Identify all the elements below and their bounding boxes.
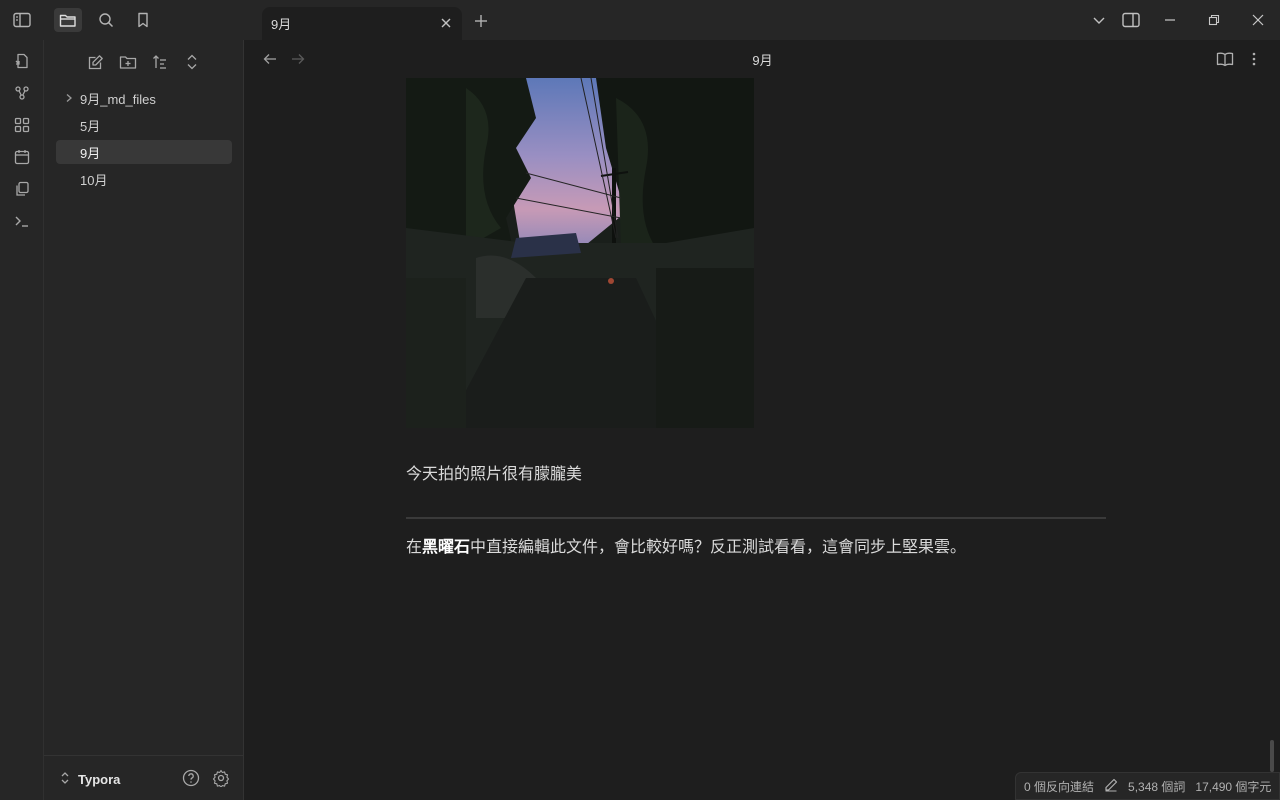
toggle-right-sidebar-icon[interactable] [1119, 8, 1143, 32]
sort-order-icon[interactable] [148, 50, 172, 74]
status-bar: 0 個反向連結 5,348 個詞 17,490 個字元 [1015, 772, 1280, 800]
tree-item-label: 5月 [80, 118, 101, 134]
minimize-icon[interactable] [1158, 8, 1182, 32]
tree-item-label: 9月 [80, 145, 101, 161]
tree-item-label: 9月_md_files [80, 91, 156, 107]
embedded-photo [406, 78, 754, 428]
chevron-down-icon[interactable] [1087, 8, 1111, 32]
canvas-icon[interactable] [10, 113, 34, 137]
editor-view: 9月 今天拍的照片很有朦朧美 在黑曜石中直接編輯此文件，會比較好嗎？反正測試看看… [245, 40, 1280, 800]
vault-name: Typora [78, 771, 121, 787]
more-options-icon[interactable] [1244, 49, 1264, 69]
paragraph: 在黑曜石中直接編輯此文件，會比較好嗎？反正測試看看，這會同步上堅果雲。 [406, 533, 966, 557]
tab-active[interactable]: 9月 [262, 7, 462, 40]
files-folder-icon[interactable] [54, 8, 82, 32]
tree-file-may[interactable]: 5月 [56, 113, 232, 137]
tree-file-september[interactable]: 9月 [56, 140, 232, 164]
reading-view-book-icon[interactable] [1215, 49, 1235, 69]
left-ribbon [0, 40, 44, 800]
settings-gear-icon[interactable] [210, 767, 232, 789]
bold-text: 黑曜石 [422, 539, 471, 556]
view-header-title[interactable]: 9月 [245, 50, 1280, 69]
backlinks-count[interactable]: 0 個反向連結 [1024, 778, 1094, 795]
horizontal-rule [406, 517, 1106, 519]
chevron-right-icon [62, 91, 76, 105]
restore-window-icon[interactable] [1202, 8, 1226, 32]
graph-view-icon[interactable] [10, 81, 34, 105]
command-palette-terminal-icon[interactable] [10, 209, 34, 233]
tab-title: 9月 [271, 17, 292, 32]
tree-item-label: 10月 [80, 172, 108, 188]
photo-caption: 今天拍的照片很有朦朧美 [406, 466, 583, 483]
scrollbar-thumb[interactable] [1270, 740, 1274, 772]
word-count: 5,348 個詞 [1128, 779, 1186, 794]
title-bar: 9月 [0, 0, 1280, 40]
new-tab-plus-icon[interactable] [470, 10, 492, 32]
search-icon[interactable] [92, 8, 120, 32]
open-quick-switcher-icon[interactable] [10, 49, 34, 73]
vault-switch-chevron-icon [60, 771, 70, 788]
para-text-start: 在 [406, 539, 423, 556]
toggle-sidebar-icon[interactable] [8, 8, 36, 32]
close-window-icon[interactable] [1246, 8, 1270, 32]
tree-folder-md-files[interactable]: 9月_md_files [56, 86, 232, 110]
expand-collapse-icon[interactable] [180, 50, 204, 74]
daily-note-calendar-icon[interactable] [10, 145, 34, 169]
file-explorer: 9月_md_files 5月 9月 10月 Typora [44, 40, 244, 800]
new-folder-icon[interactable] [116, 50, 140, 74]
bookmark-icon[interactable] [129, 8, 157, 32]
help-icon[interactable] [180, 767, 202, 789]
tree-file-october[interactable]: 10月 [56, 167, 232, 191]
sidebar-footer: Typora [44, 755, 243, 800]
char-count: 17,490 個字元 [1195, 779, 1272, 794]
edit-mode-pencil-icon[interactable] [1104, 778, 1118, 795]
new-note-icon[interactable] [84, 50, 108, 74]
close-icon[interactable] [438, 15, 454, 31]
vault-switcher[interactable]: Typora [60, 768, 120, 790]
para-text-end: 中直接編輯此文件，會比較好嗎？反正測試看看，這會同步上堅果雲。 [470, 539, 967, 556]
templates-copy-icon[interactable] [10, 177, 34, 201]
